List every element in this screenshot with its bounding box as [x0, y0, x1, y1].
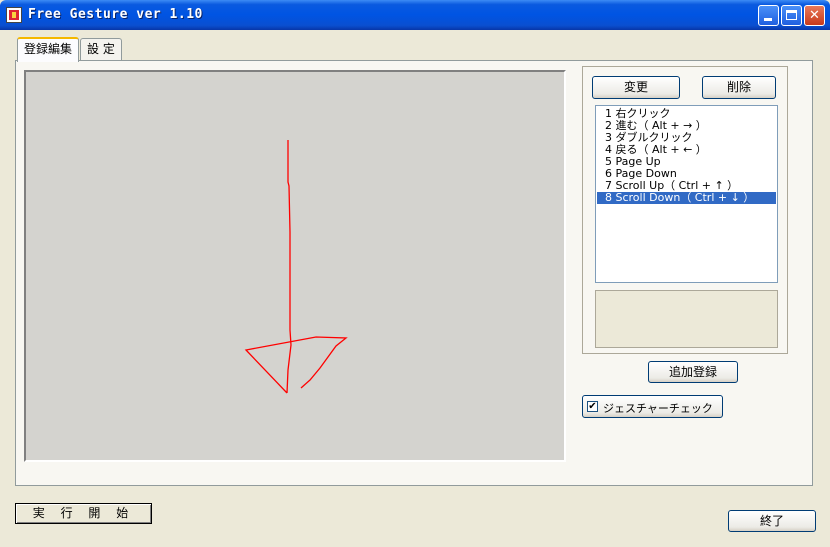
- tab-settings[interactable]: 設 定: [80, 38, 122, 60]
- tab-registration-edit[interactable]: 登録編集: [17, 37, 80, 62]
- maximize-icon: [786, 10, 797, 20]
- start-button[interactable]: 実 行 開 始: [15, 503, 152, 524]
- gesture-description-box: [595, 290, 778, 348]
- gesture-stroke: [286, 140, 292, 394]
- gesture-list[interactable]: 1 右クリック 2 進む（ Alt + → ） 3 ダブルクリック 4 戻る（ …: [595, 105, 778, 283]
- gesture-check-toggle[interactable]: ✔ ジェスチャーチェック: [582, 395, 723, 418]
- title-bar[interactable]: Free Gesture ver 1.10 ✕: [0, 0, 830, 30]
- gesture-check-label: ジェスチャーチェック: [603, 402, 713, 415]
- tab-label: 設 定: [87, 42, 115, 56]
- minimize-button[interactable]: [758, 5, 779, 26]
- close-icon: ✕: [809, 8, 820, 23]
- maximize-button[interactable]: [781, 5, 802, 26]
- minimize-icon: [764, 18, 772, 21]
- gesture-stroke-svg: [244, 140, 348, 394]
- add-register-button[interactable]: 追加登録: [648, 361, 738, 383]
- window-title: Free Gesture ver 1.10: [28, 7, 203, 22]
- delete-button[interactable]: 削除: [702, 76, 776, 99]
- gesture-canvas[interactable]: [24, 70, 566, 462]
- list-item-selected[interactable]: 8 Scroll Down（ Ctrl + ↓ ）: [597, 192, 776, 204]
- gesture-arrowhead: [244, 336, 348, 394]
- exit-button[interactable]: 終了: [728, 510, 816, 532]
- app-window: Free Gesture ver 1.10 ✕ 登録編集 設 定 変更 削除 1…: [0, 0, 830, 547]
- tab-label: 登録編集: [24, 42, 73, 56]
- app-icon[interactable]: [6, 7, 22, 23]
- change-button[interactable]: 変更: [592, 76, 680, 99]
- close-button[interactable]: ✕: [804, 5, 825, 26]
- gesture-check-checkbox[interactable]: ✔: [587, 401, 598, 412]
